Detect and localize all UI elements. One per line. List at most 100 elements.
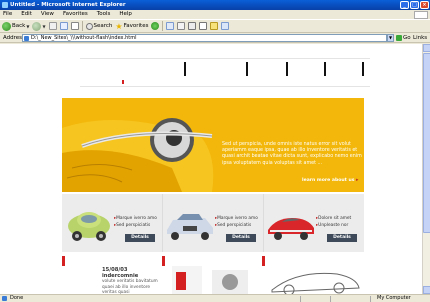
messenger-icon[interactable] (221, 22, 230, 30)
windows-flag-icon (414, 11, 428, 19)
toolbar-separator (162, 21, 164, 31)
forward-button[interactable]: ▼ (32, 20, 46, 32)
media-icon[interactable] (151, 22, 160, 30)
minimize-button[interactable]: _ (400, 1, 409, 9)
back-arrow-icon (2, 21, 11, 31)
car-link[interactable]: Marque iverro amo (114, 216, 157, 223)
car-card: Marque iverro amo Sed perspiciatis Detai… (62, 194, 162, 252)
refresh-icon[interactable] (59, 22, 68, 30)
maximize-button[interactable]: □ (410, 1, 419, 9)
details-button[interactable]: Details (125, 234, 155, 242)
scroll-up-button[interactable] (423, 44, 430, 52)
home-icon[interactable] (70, 22, 79, 30)
car-card: Marque iverro amo Sed perspiciatis Detai… (163, 194, 263, 252)
go-button[interactable]: Go (396, 34, 411, 42)
favorites-label: Favorites (123, 23, 149, 29)
chevron-down-icon: ▼ (26, 23, 30, 29)
car-sketch-image[interactable] (267, 266, 362, 294)
window-controls: _ □ × (400, 1, 429, 9)
status-text: Done (1, 295, 24, 301)
menu-tools[interactable]: Tools (97, 10, 111, 19)
search-label: Search (93, 23, 113, 29)
folder-icon[interactable] (210, 22, 219, 30)
window-title: Untitled - Microsoft Internet Explorer (10, 2, 126, 8)
go-label: Go (403, 35, 411, 41)
ie-logo-icon (2, 2, 8, 8)
hero-description: Sed ut perspicia, unde omnis iste natus … (222, 142, 362, 166)
car-link[interactable]: Marque iverro amo (215, 216, 258, 223)
address-dropdown-button[interactable]: ▼ (387, 34, 394, 42)
chevron-down-icon: ▼ (42, 23, 46, 29)
toolbar-separator (81, 21, 83, 31)
hero-car-image (62, 98, 217, 192)
menu-help[interactable]: Help (119, 10, 132, 19)
back-button[interactable]: Back ▼ (2, 20, 29, 32)
car-link[interactable]: Sed perspiciatis (114, 223, 157, 230)
toolbar: Back ▼ ▼ Search ★ Favorites (0, 19, 430, 33)
nav-item-separator[interactable] (286, 62, 288, 76)
edit-icon[interactable] (199, 22, 208, 30)
address-input[interactable]: D:\_New_Sites\_\\\without-flash\index.ht… (22, 34, 387, 42)
menu-bar: File Edit View Favorites Tools Help (0, 10, 430, 19)
car-parts-image[interactable] (172, 266, 252, 294)
details-button[interactable]: Details (327, 234, 357, 242)
car-image-beetle[interactable] (66, 208, 112, 242)
learn-more-link[interactable]: learn more about us (302, 178, 358, 183)
stop-icon[interactable] (48, 22, 57, 30)
mail-icon[interactable] (177, 22, 186, 30)
security-zone: My Computer (377, 295, 411, 301)
scroll-down-button[interactable] (423, 286, 430, 294)
favorites-button[interactable]: ★ Favorites (115, 20, 148, 32)
menu-view[interactable]: View (41, 10, 54, 19)
site-nav (80, 62, 370, 84)
news-section: 15/08/03 indercomnie volute veritatis ba… (62, 256, 364, 294)
section-marker (262, 256, 265, 266)
page-viewport: Sed ut perspicia, unde omnis iste natus … (0, 44, 422, 294)
car-image-bmw[interactable] (165, 210, 215, 242)
nav-active-marker (122, 80, 124, 84)
news-headline[interactable]: indercomnie (102, 273, 138, 279)
section-marker (62, 256, 65, 266)
search-button[interactable]: Search (85, 20, 113, 32)
scroll-thumb[interactable] (423, 53, 430, 233)
section-marker (162, 256, 165, 266)
go-arrow-icon (396, 35, 402, 41)
header-divider (80, 58, 370, 59)
nav-item-separator[interactable] (246, 62, 248, 76)
search-icon (85, 22, 93, 30)
vertical-scrollbar[interactable] (422, 44, 430, 294)
close-button[interactable]: × (420, 1, 429, 9)
car-card: Dolore sit amet Unpleaste nor Details (264, 194, 364, 252)
address-bar: Address D:\_New_Sites\_\\\without-flash\… (0, 33, 430, 43)
details-button[interactable]: Details (226, 234, 256, 242)
news-item: 15/08/03 indercomnie volute veritatis ba… (102, 267, 162, 294)
car-link[interactable]: Sed perspiciatis (215, 223, 258, 230)
status-divider (370, 296, 371, 302)
status-divider (300, 296, 301, 302)
nav-item-separator[interactable] (184, 62, 186, 76)
print-icon[interactable] (188, 22, 197, 30)
history-icon[interactable] (166, 22, 175, 30)
links-button[interactable]: Links (413, 35, 427, 41)
car-links: Marque iverro amo Sed perspiciatis (114, 216, 157, 229)
back-label: Back (12, 23, 26, 29)
star-icon: ★ (115, 21, 123, 31)
car-link[interactable]: Unpleaste nor (316, 223, 351, 230)
nav-item-separator[interactable] (324, 62, 326, 76)
forward-arrow-icon (32, 21, 42, 31)
car-links: Marque iverro amo Sed perspiciatis (215, 216, 258, 229)
status-bar: Done My Computer (0, 294, 430, 302)
menu-file[interactable]: File (3, 10, 12, 19)
menu-favorites[interactable]: Favorites (63, 10, 88, 19)
car-link[interactable]: Dolore sit amet (316, 216, 351, 223)
nav-item-separator[interactable] (362, 62, 364, 76)
menu-edit[interactable]: Edit (21, 10, 32, 19)
news-text: volute veritatis bavitatum quaei ab illo… (102, 279, 158, 294)
title-bar: Untitled - Microsoft Internet Explorer _… (0, 0, 430, 10)
status-divider (330, 296, 331, 302)
car-showcase: Marque iverro amo Sed perspiciatis Detai… (62, 194, 364, 252)
hero-banner: Sed ut perspicia, unde omnis iste natus … (62, 98, 364, 192)
car-image-corvette[interactable] (266, 210, 316, 242)
car-links: Dolore sit amet Unpleaste nor (316, 216, 351, 229)
nav-divider (80, 86, 370, 87)
